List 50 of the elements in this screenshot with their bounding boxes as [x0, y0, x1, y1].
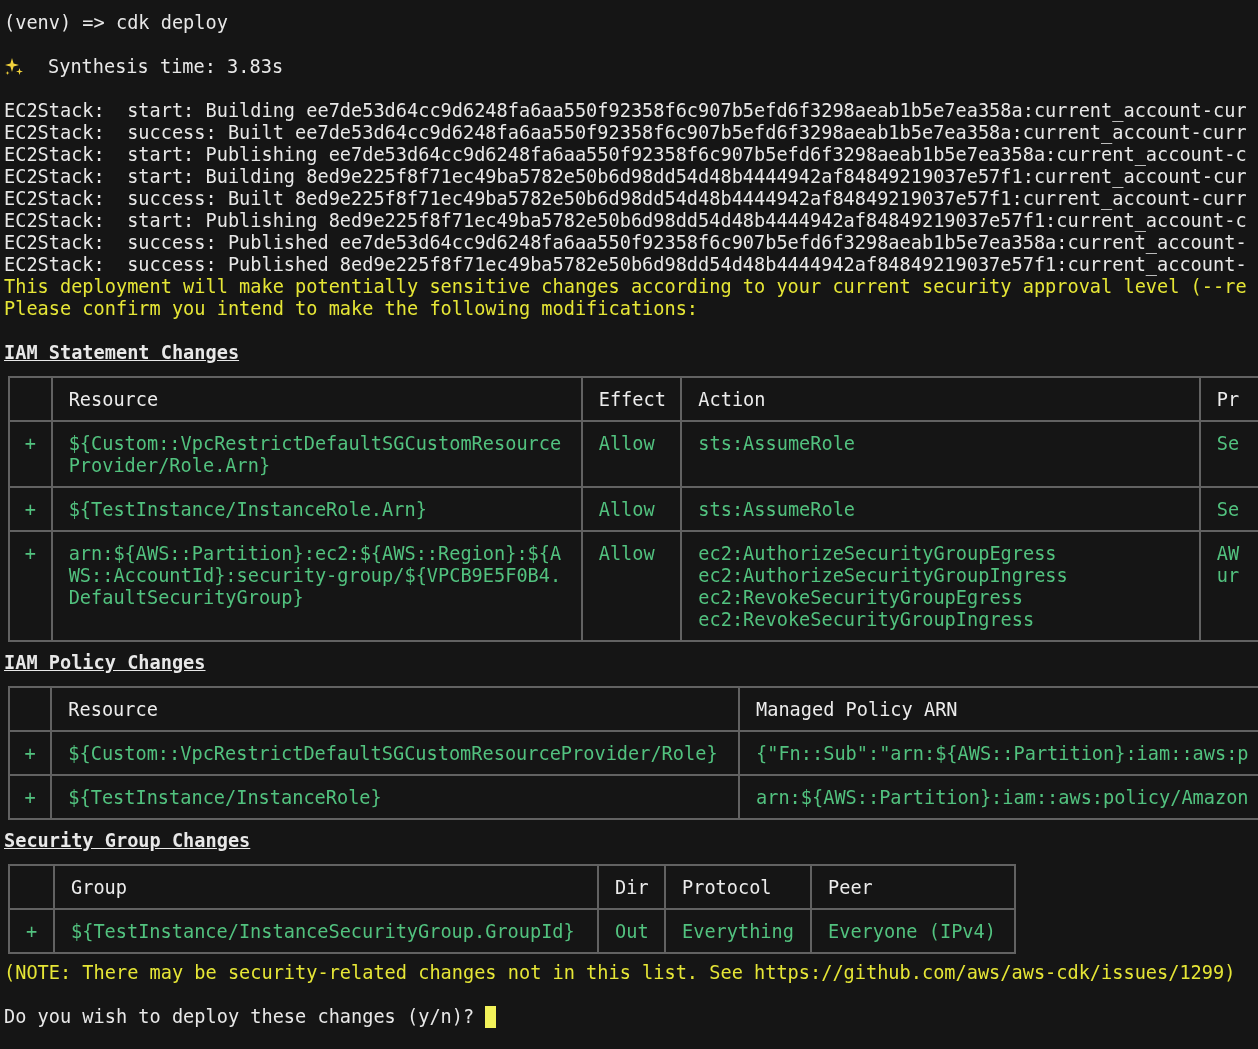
section-heading: Security Group Changes	[4, 830, 252, 852]
section-heading: IAM Policy Changes	[4, 652, 207, 674]
table-cell: Allow	[581, 487, 682, 531]
log-line: EC2Stack: success: Built 8ed9e225f8f71ec49ba5782e50b6d98dd54d48b4444942af84849219037e57f1:current_account-curr	[4, 188, 1248, 210]
log-line: EC2Stack: start: Building 8ed9e225f8f71ec49ba5782e50b6d98dd54d48b4444942af84849219037e57f1:current_account-cur	[4, 166, 1248, 188]
table-cell: Allow	[581, 531, 682, 641]
change-marker: +	[9, 909, 54, 953]
synthesis-time: Synthesis time: 3.83s	[48, 56, 284, 78]
column-header: Resource	[51, 377, 582, 421]
table-cell: ${TestInstance/InstanceSecurityGroup.GroupId}	[54, 909, 598, 953]
column-header: Pr	[1199, 377, 1258, 421]
table-cell: sts:AssumeRole	[681, 421, 1200, 487]
table-cell: ${Custom::VpcRestrictDefaultSGCustomResource Provider/Role.Arn}	[51, 421, 582, 487]
table-cell: ${TestInstance/InstanceRole.Arn}	[51, 487, 582, 531]
column-header: Resource	[51, 687, 739, 731]
table-cell: ec2:AuthorizeSecurityGroupEgress ec2:AuthorizeSecurityGroupIngress ec2:RevokeSecurityGroupEgress ec2:RevokeSecurityGroupIngress	[681, 531, 1200, 641]
table-cell: ${Custom::VpcRestrictDefaultSGCustomResourceProvider/Role}	[51, 731, 739, 775]
column-header: Effect	[581, 377, 682, 421]
table-cell: sts:AssumeRole	[681, 487, 1200, 531]
column-header: Peer	[811, 865, 1015, 909]
table-cell: Everyone (IPv4)	[811, 909, 1015, 953]
table-cell: ${TestInstance/InstanceRole}	[51, 775, 739, 819]
log-line: EC2Stack: success: Published 8ed9e225f8f71ec49ba5782e50b6d98dd54d48b4444942af84849219037e57f1:current_account-	[4, 254, 1248, 276]
table-cell: Everything	[665, 909, 811, 953]
note-line: (NOTE: There may be security-related changes not in this list. See https://github.com/aws/aws-cdk/issues/1299)	[4, 962, 1237, 984]
change-marker: +	[9, 775, 52, 819]
table-cell: Out	[598, 909, 665, 953]
confirm-prompt: Do you wish to deploy these changes (y/n)?	[4, 1006, 476, 1028]
change-marker: +	[9, 731, 52, 775]
change-marker: +	[9, 487, 52, 531]
column-header: Group	[54, 865, 598, 909]
log-line: EC2Stack: start: Building ee7de53d64cc9d6248fa6aa550f92358f6c907b5efd6f3298aeab1b5e7ea358a:current_account-cur	[4, 100, 1248, 122]
column-header: Managed Policy ARN	[739, 687, 1258, 731]
section-heading: IAM Statement Changes	[4, 342, 241, 364]
column-header: Action	[681, 377, 1200, 421]
column-header: Dir	[598, 865, 665, 909]
table-cell: arn:${AWS::Partition}:ec2:${AWS::Region}:${A WS::AccountId}:security-group/${VPCB9E5F0B4. DefaultSecurityGroup}	[51, 531, 582, 641]
log-line: EC2Stack: start: Publishing ee7de53d64cc9d6248fa6aa550f92358f6c907b5efd6f3298aeab1b5e7ea358a:current_account-c	[4, 144, 1248, 166]
log-line: EC2Stack: success: Published ee7de53d64cc9d6248fa6aa550f92358f6c907b5efd6f3298aeab1b5e7ea358a:current_account-	[4, 232, 1248, 254]
column-header: Protocol	[665, 865, 811, 909]
text-cursor	[485, 1006, 497, 1028]
change-marker: +	[9, 531, 52, 641]
log-line: EC2Stack: start: Publishing 8ed9e225f8f71ec49ba5782e50b6d98dd54d48b4444942af84849219037e57f1:current_account-c	[4, 210, 1248, 232]
table-cell: Allow	[581, 421, 682, 487]
command-line: (venv) => cdk deploy	[4, 12, 229, 34]
log-line: EC2Stack: success: Built ee7de53d64cc9d6248fa6aa550f92358f6c907b5efd6f3298aeab1b5e7ea358a:current_account-curr	[4, 122, 1248, 144]
sparkles-icon	[4, 57, 24, 77]
change-marker: +	[9, 421, 52, 487]
warning-line: Please confirm you intend to make the following modifications:	[4, 298, 700, 320]
warning-line: This deployment will make potentially sensitive changes according to your current security approval level (--re	[4, 276, 1248, 298]
